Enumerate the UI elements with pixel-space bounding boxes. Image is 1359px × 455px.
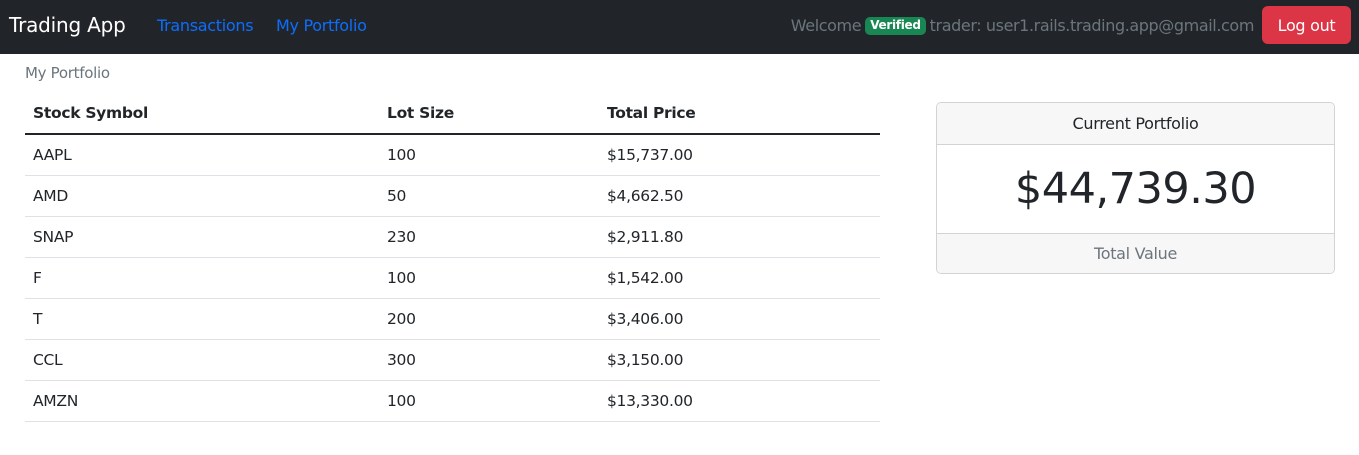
cell-total-price: $3,406.00	[599, 298, 880, 340]
nav-link-transactions[interactable]: Transactions	[157, 16, 254, 35]
cell-total-price: $13,330.00	[599, 380, 880, 422]
cell-symbol: AMD	[25, 175, 379, 217]
verified-badge: Verified	[865, 16, 926, 35]
table-row: AAPL 100 $15,737.00	[25, 134, 880, 176]
cell-lot-size: 200	[379, 298, 599, 340]
cell-lot-size: 100	[379, 134, 599, 176]
table-header-row: Stock Symbol Lot Size Total Price	[25, 93, 880, 135]
page-title: My Portfolio	[25, 64, 110, 82]
user-email-text: trader: user1.rails.trading.app@gmail.co…	[929, 16, 1255, 35]
table-row: CCL 300 $3,150.00	[25, 339, 880, 381]
card-header: Current Portfolio	[937, 103, 1334, 145]
welcome-message: Welcome Verified trader: user1.rails.tra…	[790, 16, 1255, 35]
table-row: AMD 50 $4,662.50	[25, 175, 880, 217]
cell-lot-size: 50	[379, 175, 599, 217]
cell-symbol: F	[25, 257, 379, 299]
cell-symbol: AAPL	[25, 134, 379, 176]
cell-total-price: $3,150.00	[599, 339, 880, 381]
cell-lot-size: 100	[379, 380, 599, 422]
portfolio-table: Stock Symbol Lot Size Total Price AAPL 1…	[25, 93, 880, 422]
nav-link-my-portfolio[interactable]: My Portfolio	[276, 16, 367, 35]
cell-symbol: CCL	[25, 339, 379, 381]
column-header-symbol: Stock Symbol	[25, 93, 379, 135]
table-row: T 200 $3,406.00	[25, 298, 880, 340]
logout-button[interactable]: Log out	[1262, 6, 1351, 44]
cell-total-price: $2,911.80	[599, 216, 880, 258]
table-row: F 100 $1,542.00	[25, 257, 880, 299]
cell-total-price: $15,737.00	[599, 134, 880, 176]
cell-lot-size: 100	[379, 257, 599, 299]
column-header-total-price: Total Price	[599, 93, 880, 135]
table-row: AMZN 100 $13,330.00	[25, 380, 880, 422]
total-value-amount: $44,739.30	[1014, 164, 1257, 214]
top-navbar: Trading App Transactions My Portfolio We…	[0, 0, 1359, 54]
table-row: SNAP 230 $2,911.80	[25, 216, 880, 258]
cell-symbol: AMZN	[25, 380, 379, 422]
welcome-prefix: Welcome	[790, 16, 862, 35]
column-header-lot-size: Lot Size	[379, 93, 599, 135]
brand-link[interactable]: Trading App	[9, 13, 126, 37]
card-footer: Total Value	[937, 233, 1334, 273]
cell-symbol: SNAP	[25, 216, 379, 258]
cell-symbol: T	[25, 298, 379, 340]
cell-total-price: $1,542.00	[599, 257, 880, 299]
portfolio-summary-card: Current Portfolio $44,739.30 Total Value	[936, 102, 1335, 274]
cell-total-price: $4,662.50	[599, 175, 880, 217]
cell-lot-size: 230	[379, 216, 599, 258]
cell-lot-size: 300	[379, 339, 599, 381]
